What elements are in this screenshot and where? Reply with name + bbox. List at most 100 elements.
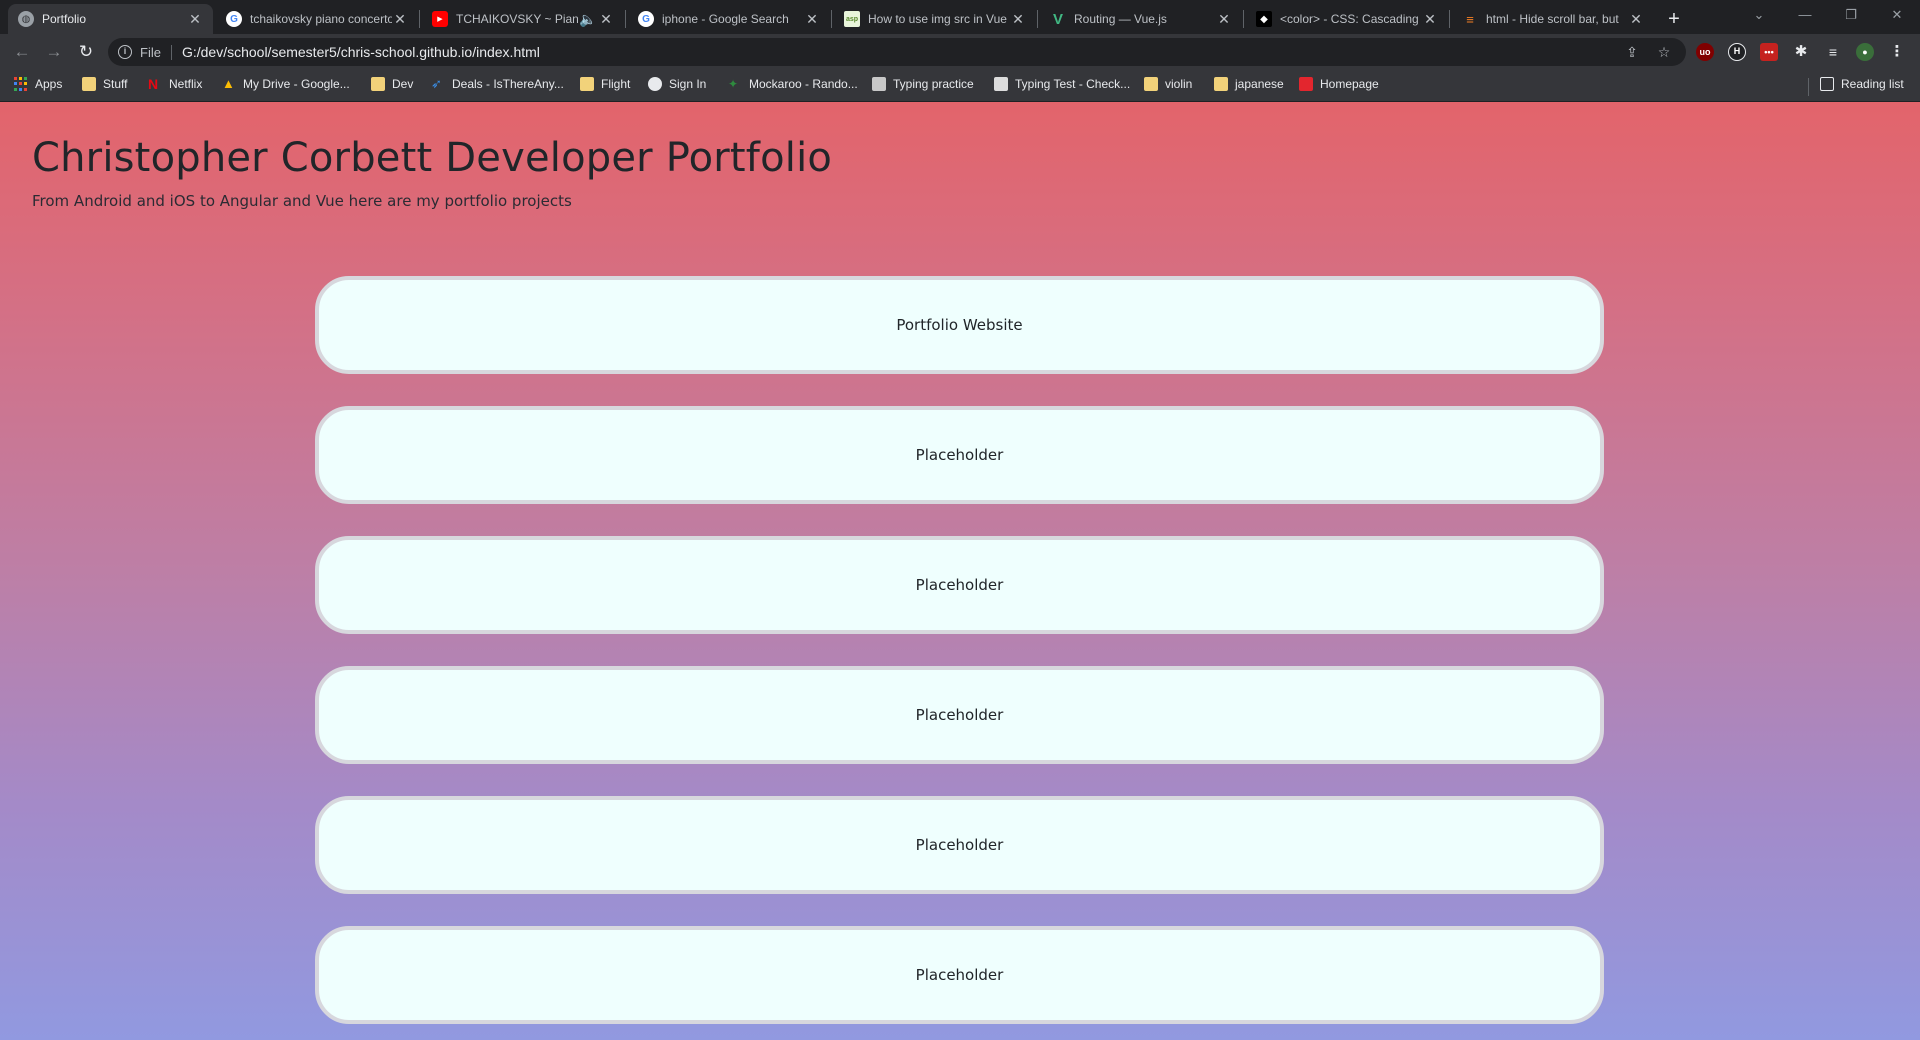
forward-button[interactable]: → — [42, 40, 66, 64]
bookmark-label: My Drive - Google... — [243, 77, 350, 91]
folder-icon — [371, 77, 385, 91]
bookmark-japanese[interactable]: japanese — [1214, 77, 1284, 91]
extensions-puzzle-icon[interactable]: ✱ — [1792, 43, 1810, 61]
share-icon[interactable]: ⇪ — [1622, 42, 1642, 62]
project-card-placeholder[interactable]: Placeholder — [315, 666, 1604, 764]
url-text[interactable]: G:/dev/school/semester5/chris-school.git… — [182, 44, 540, 60]
homepage-icon — [1299, 77, 1313, 91]
bookmark-netflix[interactable]: N Netflix — [148, 77, 202, 91]
browser-toolbar: ← → ↻ i File G:/dev/school/semester5/chr… — [0, 34, 1920, 70]
stackoverflow-icon: ≡ — [1466, 11, 1474, 27]
close-tab-icon[interactable]: ✕ — [187, 11, 203, 28]
bookmark-homepage[interactable]: Homepage — [1299, 77, 1379, 91]
mdn-icon: ◆ — [1256, 11, 1272, 27]
tab-tchaikovsky-youtube[interactable]: ▶ TCHAIKOVSKY ~ Piano 🔈 ✕ — [422, 4, 624, 34]
address-bar[interactable]: i File G:/dev/school/semester5/chris-sch… — [108, 38, 1686, 66]
media-control-icon[interactable]: ≡ — [1824, 43, 1842, 61]
avatar[interactable]: ● — [1856, 43, 1874, 61]
tab-search-icon[interactable]: ⌄ — [1736, 0, 1782, 30]
close-window-button[interactable]: ✕ — [1874, 0, 1920, 30]
bookmark-label: Typing Test - Check... — [1015, 77, 1131, 91]
close-tab-icon[interactable]: ✕ — [804, 11, 820, 28]
bookmark-typing-test[interactable]: Typing Test - Check... — [994, 77, 1130, 91]
tab-hide-scrollbar[interactable]: ≡ html - Hide scroll bar, but ✕ — [1452, 4, 1654, 34]
close-tab-icon[interactable]: ✕ — [392, 11, 408, 28]
youtube-icon: ▶ — [432, 11, 448, 27]
bookmark-label: Homepage — [1320, 77, 1379, 91]
typing-icon — [872, 77, 886, 91]
bookmark-mockaroo[interactable]: ✦ Mockaroo - Rando... — [728, 77, 858, 91]
reading-list-icon — [1820, 77, 1834, 91]
bookmark-label: Flight — [601, 77, 631, 91]
folder-icon — [1144, 77, 1158, 91]
vue-icon: V — [1052, 10, 1063, 28]
bookmark-dev[interactable]: Dev — [371, 77, 413, 91]
google-icon: G — [638, 11, 654, 27]
tab-title: Routing — Vue.js — [1074, 12, 1167, 26]
info-icon[interactable]: i — [118, 45, 132, 59]
tab-separator — [419, 10, 420, 28]
bookmarks-bar: Apps Stuff N Netflix ▲ My Drive - Google… — [0, 70, 1920, 102]
scheme-label: File — [140, 44, 172, 60]
reading-list-button[interactable]: Reading list — [1820, 77, 1904, 91]
bookmark-label: Dev — [392, 77, 414, 91]
bookmark-apps[interactable]: Apps — [14, 77, 62, 91]
speaker-icon[interactable]: 🔈 — [578, 11, 598, 28]
typing-test-icon — [994, 77, 1008, 91]
mockaroo-icon: ✦ — [728, 77, 739, 91]
google-icon: G — [226, 11, 242, 27]
bookmark-label: violin — [1165, 77, 1193, 91]
close-tab-icon[interactable]: ✕ — [1010, 11, 1026, 28]
globe-icon: ◍ — [18, 11, 34, 27]
page-title: Christopher Corbett Developer Portfolio — [32, 135, 833, 181]
bookmark-deals[interactable]: ➶ Deals - IsThereAny... — [431, 77, 564, 92]
tab-title: tchaikovsky piano concerto — [250, 12, 392, 26]
back-button[interactable]: ← — [10, 40, 34, 64]
project-card-placeholder[interactable]: Placeholder — [315, 536, 1604, 634]
bookmark-label: Stuff — [103, 77, 128, 91]
close-tab-icon[interactable]: ✕ — [1422, 11, 1438, 28]
menu-kebab-icon[interactable]: ⋮ — [1888, 43, 1906, 61]
tab-separator — [1243, 10, 1244, 28]
tab-strip: ◍ Portfolio ✕ G tchaikovsky piano concer… — [0, 0, 1920, 34]
bookmark-flight[interactable]: Flight — [580, 77, 630, 91]
bookmark-typing-practice[interactable]: Typing practice — [872, 77, 974, 91]
bookmark-label: Typing practice — [893, 77, 974, 91]
project-list: Portfolio Website Placeholder Placeholde… — [315, 276, 1604, 1040]
bookmark-violin[interactable]: violin — [1144, 77, 1192, 91]
page-content: Christopher Corbett Developer Portfolio … — [0, 102, 1920, 1040]
tab-color-css[interactable]: ◆ <color> - CSS: Cascading ✕ — [1246, 4, 1448, 34]
close-tab-icon[interactable]: ✕ — [598, 11, 614, 28]
tab-tchaikovsky-search[interactable]: G tchaikovsky piano concerto ✕ — [216, 4, 418, 34]
globe-icon — [648, 77, 662, 91]
tab-routing-vue[interactable]: V Routing — Vue.js ✕ — [1040, 4, 1242, 34]
bookmark-sign-in[interactable]: Sign In — [648, 77, 706, 91]
restore-button[interactable]: ❐ — [1828, 0, 1874, 30]
bookmark-star-icon[interactable]: ☆ — [1654, 42, 1674, 62]
page-subtitle: From Android and iOS to Angular and Vue … — [32, 192, 572, 210]
tab-title: <color> - CSS: Cascading — [1280, 12, 1419, 26]
lastpass-icon[interactable]: ••• — [1760, 43, 1778, 61]
close-tab-icon[interactable]: ✕ — [1216, 11, 1232, 28]
bookmark-label: Apps — [35, 77, 63, 91]
bookmark-label: Netflix — [169, 77, 203, 91]
tab-iphone-search[interactable]: G iphone - Google Search ✕ — [628, 4, 830, 34]
close-tab-icon[interactable]: ✕ — [1628, 11, 1644, 28]
minimize-button[interactable]: — — [1782, 0, 1828, 30]
project-card-placeholder[interactable]: Placeholder — [315, 926, 1604, 1024]
new-tab-button[interactable]: + — [1661, 6, 1687, 32]
tab-portfolio[interactable]: ◍ Portfolio ✕ — [8, 4, 213, 34]
project-card-placeholder[interactable]: Placeholder — [315, 796, 1604, 894]
tab-title: Portfolio — [42, 12, 87, 26]
ublock-origin-icon[interactable]: uo — [1696, 43, 1714, 61]
bookmark-stuff[interactable]: Stuff — [82, 77, 127, 91]
folder-icon — [82, 77, 96, 91]
project-card-placeholder[interactable]: Placeholder — [315, 406, 1604, 504]
bookmark-my-drive[interactable]: ▲ My Drive - Google... — [222, 77, 350, 92]
project-card-portfolio-website[interactable]: Portfolio Website — [315, 276, 1604, 374]
honey-extension-icon[interactable]: H — [1728, 43, 1746, 61]
tab-img-src-vue[interactable]: asp How to use img src in Vue ✕ — [834, 4, 1036, 34]
reload-button[interactable]: ↻ — [74, 40, 98, 64]
bookmark-label: Sign In — [669, 77, 707, 91]
tab-separator — [625, 10, 626, 28]
